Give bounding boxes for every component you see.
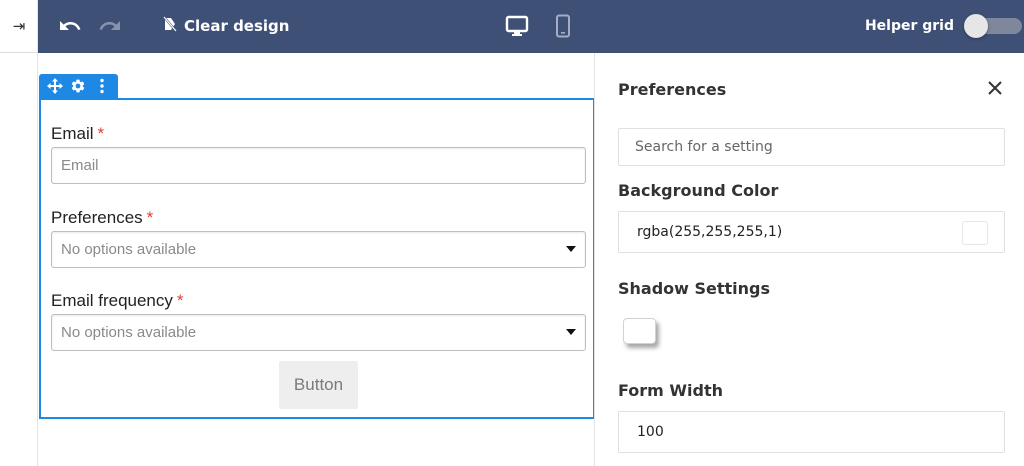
clear-design-button[interactable]: Clear design [162,14,289,38]
switch-knob [964,14,988,38]
expand-sidebar-icon[interactable]: ⇥ [0,0,38,52]
desktop-view-icon[interactable] [504,13,530,39]
caret-down-icon [566,246,576,252]
email-frequency-label: Email frequency * [51,291,184,311]
form-canvas: Email * Email Preferences * No options ava… [39,53,595,466]
email-field[interactable]: Email [51,147,586,184]
email-placeholder: Email [61,157,99,174]
shadow-preview[interactable] [623,318,656,344]
form-container[interactable]: Email * Email Preferences * No options ava… [39,98,595,419]
close-icon[interactable] [985,78,1005,98]
form-width-field[interactable]: 100 [618,411,1005,453]
left-gutter: ⇥ [0,0,38,466]
search-placeholder: Search for a setting [635,139,773,155]
caret-down-icon [566,329,576,335]
email-frequency-placeholder: No options available [61,324,197,341]
shadow-settings-label: Shadow Settings [618,279,771,298]
undo-icon[interactable] [58,14,82,38]
clear-design-label: Clear design [184,17,290,35]
move-icon[interactable] [45,76,65,96]
email-label: Email * [51,124,104,144]
mobile-view-icon[interactable] [552,13,574,39]
required-asterisk: * [146,208,154,227]
form-builder-app: ⇥ Clear design Helper grid Email * Email… [0,0,1024,466]
form-width-value: 100 [637,424,664,440]
color-swatch[interactable] [962,221,988,245]
panel-title: Preferences [618,80,727,99]
preferences-select[interactable]: No options available [51,231,586,268]
settings-gear-icon[interactable] [68,76,88,96]
background-color-label: Background Color [618,181,779,200]
email-label-text: Email [51,124,94,143]
helper-grid-switch[interactable] [964,14,1022,38]
more-vertical-icon[interactable] [92,76,112,96]
form-width-label: Form Width [618,381,724,400]
selection-toolbar [39,74,118,98]
email-frequency-select[interactable]: No options available [51,314,586,351]
gutter-divider [0,52,38,53]
helper-grid-toggle[interactable]: Helper grid [865,14,1024,38]
background-color-field[interactable]: rgba(255,255,255,1) [618,211,1005,253]
preferences-label-text: Preferences [51,208,143,227]
form-submit-button[interactable]: Button [279,361,358,409]
helper-grid-label: Helper grid [864,18,954,34]
settings-panel: Preferences Search for a setting Backgro… [594,53,1024,466]
required-asterisk: * [176,291,184,310]
top-toolbar: Clear design Helper grid [38,0,1024,53]
preferences-placeholder: No options available [61,241,197,258]
clear-design-icon [162,15,178,37]
required-asterisk: * [97,124,105,143]
setting-search-input[interactable]: Search for a setting [618,128,1005,166]
preferences-label: Preferences * [51,208,153,228]
email-frequency-label-text: Email frequency [51,291,173,310]
background-color-value: rgba(255,255,255,1) [637,224,783,240]
redo-icon[interactable] [98,14,122,38]
